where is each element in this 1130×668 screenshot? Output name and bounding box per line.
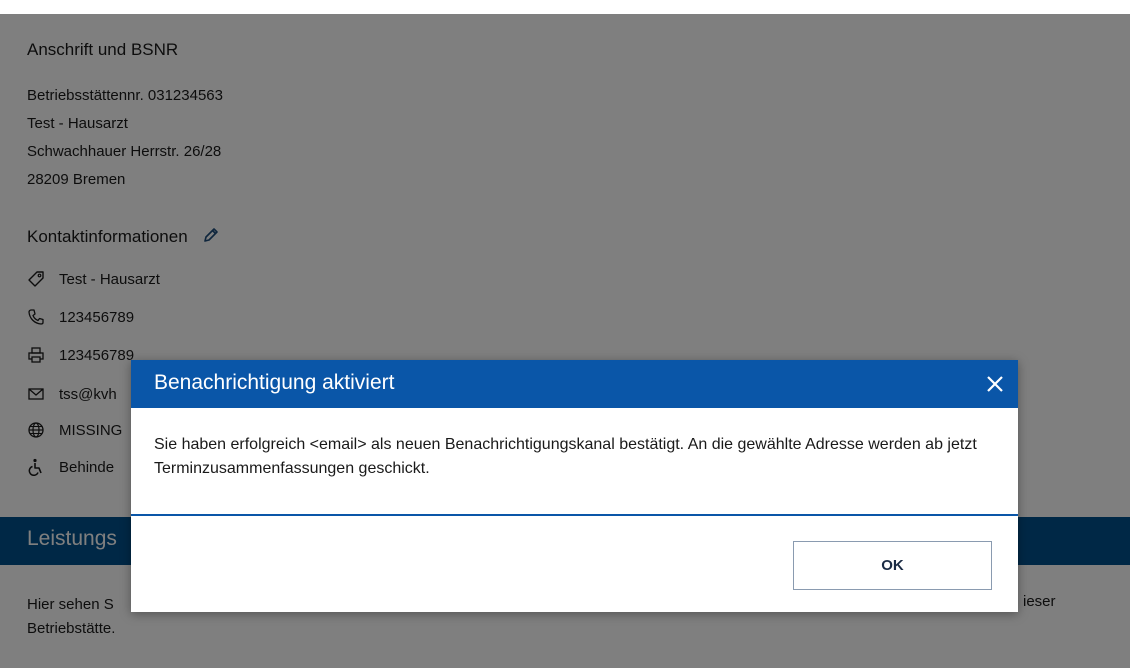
dialog-divider bbox=[131, 514, 1018, 516]
dialog-title: Benachrichtigung aktiviert bbox=[154, 371, 395, 394]
top-strip bbox=[0, 0, 1130, 14]
close-icon[interactable] bbox=[982, 371, 1008, 397]
dialog-header: Benachrichtigung aktiviert bbox=[131, 360, 1018, 408]
notification-dialog: Benachrichtigung aktiviert Sie haben erf… bbox=[131, 360, 1018, 612]
dialog-message: Sie haben erfolgreich <email> als neuen … bbox=[154, 436, 977, 477]
ok-button[interactable]: OK bbox=[793, 541, 992, 590]
